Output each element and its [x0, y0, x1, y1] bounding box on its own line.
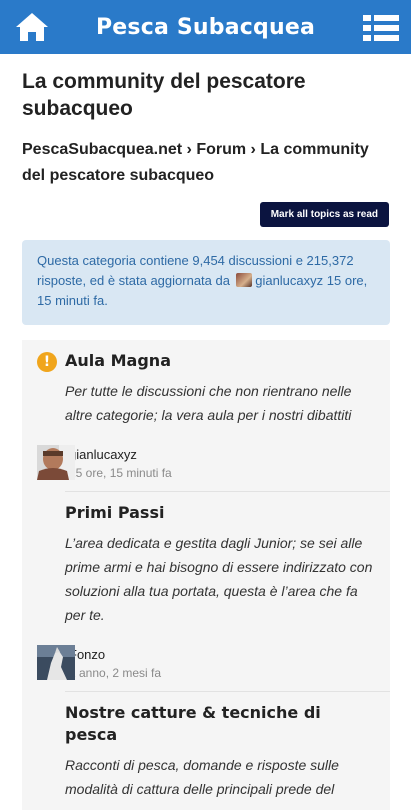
last-post-time: 1 anno, 2 mesi fa [69, 666, 162, 680]
avatar[interactable] [37, 445, 75, 480]
category-title[interactable]: Primi Passi [65, 492, 376, 524]
mark-all-read-button[interactable]: Mark all topics as read [259, 202, 389, 227]
category-title[interactable]: Aula Magna [65, 340, 376, 372]
breadcrumb-forum[interactable]: Forum [196, 141, 246, 158]
category-info-box: Questa categoria contiene 9,454 discussi… [22, 240, 390, 325]
category-description: L’area dedicata e gestita dagli Junior; … [65, 535, 373, 623]
last-post-time: 15 ore, 15 minuti fa [69, 466, 172, 480]
category-title[interactable]: Nostre catture & tecniche di pesca [65, 692, 376, 746]
site-title[interactable]: Pesca Subacquea [96, 15, 315, 40]
breadcrumb-separator: › [250, 141, 256, 158]
top-navbar: Pesca Subacquea [0, 0, 411, 54]
avatar[interactable] [37, 645, 75, 680]
breadcrumb-home[interactable]: PescaSubacquea.net [22, 141, 182, 158]
info-user-link[interactable]: gianlucaxyz [255, 273, 323, 288]
menu-list-icon[interactable] [363, 14, 399, 42]
category-item: Primi Passi L’area dedicata e gestita da… [22, 492, 390, 691]
breadcrumb-separator: › [186, 141, 192, 158]
last-post-user[interactable]: gianlucaxyz [69, 445, 376, 464]
user-avatar-small[interactable] [235, 273, 252, 287]
last-activity: gianlucaxyz 15 ore, 15 minuti fa [22, 445, 376, 491]
last-activity: Fonzo 1 anno, 2 mesi fa [22, 645, 376, 691]
category-list: ! Aula Magna Per tutte le discussioni ch… [22, 340, 390, 810]
home-icon[interactable] [14, 11, 50, 43]
breadcrumb: PescaSubacquea.net › Forum › La communit… [22, 137, 392, 189]
category-description: Racconti di pesca, domande e risposte su… [65, 757, 339, 797]
page-title: La community del pescatore subacqueo [22, 70, 306, 120]
category-item: ! Aula Magna Per tutte le discussioni ch… [22, 340, 390, 491]
warning-icon: ! [37, 352, 57, 372]
category-item: Nostre catture & tecniche di pesca Racco… [22, 692, 390, 801]
last-post-user[interactable]: Fonzo [69, 645, 376, 664]
category-description: Per tutte le discussioni che non rientra… [65, 383, 352, 423]
